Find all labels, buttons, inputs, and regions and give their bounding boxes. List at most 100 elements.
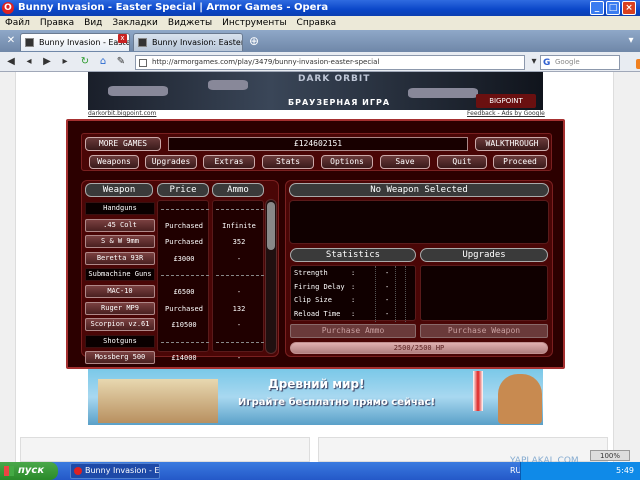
weapon-ammo: 132 [232,305,246,313]
scrollbar[interactable] [613,72,640,462]
banner-subtitle: Играйте бесплатно прямо сейчас! [238,397,436,408]
weapon-price: Purchased [165,305,203,313]
nav-upgrades-button[interactable]: Upgrades [145,155,197,169]
page-section-box [20,437,310,462]
page-content: DARK ORBIT БРАУЗЕРНАЯ ИГРА BIGPOINT dark… [0,72,640,462]
dash-separator [161,342,209,343]
ads-by-google-link[interactable]: Feedback - Ads by Google [467,110,545,117]
rewind-icon[interactable]: ◂ [22,55,36,69]
nav-stats-button[interactable]: Stats [262,155,314,169]
stat-row: Firing Delay: - [291,281,415,294]
weapon-row-button[interactable]: .45 Colt [85,219,155,232]
ad-source-link[interactable]: darkorbit.bigpoint.com [88,110,156,117]
more-games-button[interactable]: MORE GAMES [85,137,161,151]
fast-forward-icon[interactable]: ▸ [58,55,72,69]
statistics-box: Strength: - Firing Delay: - Clip Size: - Reloa… [290,265,416,322]
stat-row: Clip Size: - [291,294,415,307]
weapon-ammo: - [236,255,242,263]
weapon-list-scrollbar[interactable] [265,199,277,354]
weapon-ammo: - [236,354,242,362]
ammo-column: Infinite 352 - - 132 - - [212,200,264,362]
weapon-row-button[interactable]: Mossberg 500 [85,351,155,364]
weapon-price: £3000 [173,255,195,263]
weapon-price: £14000 [171,354,197,362]
nav-save-button[interactable]: Save [380,155,430,169]
weapon-row-button[interactable]: Scorpion vz.61 [85,318,155,331]
lighthouse-image [473,371,483,411]
menu-edit[interactable]: Правка [35,16,79,30]
start-button[interactable]: пуск [0,462,58,480]
page-info-icon[interactable] [139,59,147,67]
tab-menu-icon[interactable]: ▾ [624,34,638,48]
home-icon[interactable]: ⌂ [96,55,110,69]
game-window: MORE GAMES £124602151 WALKTHROUGH Weapon… [66,119,565,369]
weapon-price: Purchased [165,222,203,230]
tab-bar: ✕ Bunny Invasion - Easter ... x Bunny In… [0,30,640,52]
weapon-price: £10500 [171,321,197,329]
weapon-row-button[interactable]: Beretta 93R [85,252,155,265]
menu-help[interactable]: Справка [292,16,342,30]
character-image [498,374,542,424]
tab-bunny-invasion-2[interactable]: Bunny Invasion: Easter ... [133,33,243,51]
maximize-button[interactable]: □ [606,1,620,15]
ancient-world-ad-banner[interactable]: Древний мир! Играйте бесплатно прямо сей… [88,369,543,425]
taskbar-opera-button[interactable]: Bunny Invasion - Eas... [70,463,160,479]
minimize-button[interactable]: _ [590,1,604,15]
url-dropdown-icon[interactable]: ▾ [527,55,541,69]
tab-bunny-invasion-1[interactable]: Bunny Invasion - Easter ... x [20,33,130,51]
menu-view[interactable]: Вид [79,16,107,30]
weapon-row-button[interactable]: Ruger MP9 [85,302,155,315]
close-tab-icon[interactable]: x [118,34,127,43]
google-icon: G [543,58,551,68]
reload-icon[interactable]: ↻ [78,55,92,69]
favicon-icon [138,38,147,47]
nav-extras-button[interactable]: Extras [203,155,255,169]
windows-flag-icon [4,466,14,476]
tools-icon[interactable]: ✕ [4,34,18,48]
nav-options-button[interactable]: Options [321,155,373,169]
window-title: Bunny Invasion - Easter Special | Armor … [18,2,329,13]
weapon-row-button[interactable]: MAC-10 [85,285,155,298]
weapon-price: £6500 [173,288,195,296]
weapon-category-label: Submachine Guns [85,268,155,281]
weapon-description-box [289,200,549,244]
walkthrough-button[interactable]: WALKTHROUGH [475,137,549,151]
purchase-ammo-button[interactable]: Purchase Ammo [290,324,416,338]
left-margin [0,72,16,462]
edit-icon[interactable]: ✎ [114,55,128,69]
rss-icon[interactable] [636,59,640,69]
nav-proceed-button[interactable]: Proceed [493,155,547,169]
purchase-weapon-button[interactable]: Purchase Weapon [420,324,548,338]
url-field[interactable]: http://armorgames.com/play/3479/bunny-in… [135,55,640,70]
nav-weapons-button[interactable]: Weapons [89,155,139,169]
stat-separator: : [351,282,356,291]
spaceship-icon [208,80,248,90]
back-icon[interactable]: ◀ [4,55,18,69]
nav-quit-button[interactable]: Quit [437,155,487,169]
menu-bookmarks[interactable]: Закладки [107,16,163,30]
search-placeholder: Google [555,58,580,66]
menu-tools[interactable]: Инструменты [217,16,291,30]
zoom-level[interactable]: 100% [590,450,630,461]
weapon-category-label: Handguns [85,202,155,215]
banner-logo: DARK ORBIT [298,74,371,84]
menu-widgets[interactable]: Виджеты [163,16,217,30]
darkorbit-ad-banner[interactable]: DARK ORBIT БРАУЗЕРНАЯ ИГРА BIGPOINT [88,72,543,110]
forward-icon[interactable]: ▶ [40,55,54,69]
stat-value: - [385,309,390,318]
weapon-column: Handguns .45 Colt S & W 9mm Beretta 93R Subm… [82,200,157,364]
weapon-column-header: Weapon [85,183,153,197]
health-bar: 2500/2500 HP [290,342,548,354]
address-toolbar: ◀ ◂ ▶ ▸ ↻ ⌂ ✎ http://armorgames.com/play… [0,52,640,72]
tab-label: Bunny Invasion: Easter ... [152,38,243,47]
search-field[interactable]: G Google [540,55,620,70]
menu-file[interactable]: Файл [0,16,35,30]
weapon-row-button[interactable]: S & W 9mm [85,235,155,248]
new-tab-icon[interactable]: ⊕ [247,34,261,48]
weapon-detail-panel: No Weapon Selected Statistics Upgrades S… [285,180,553,357]
close-window-button[interactable]: × [622,1,636,15]
scrollbar-thumb[interactable] [267,202,275,250]
stat-label: Firing Delay [294,282,345,291]
stat-separator: : [351,296,356,304]
upgrades-header: Upgrades [420,248,548,262]
